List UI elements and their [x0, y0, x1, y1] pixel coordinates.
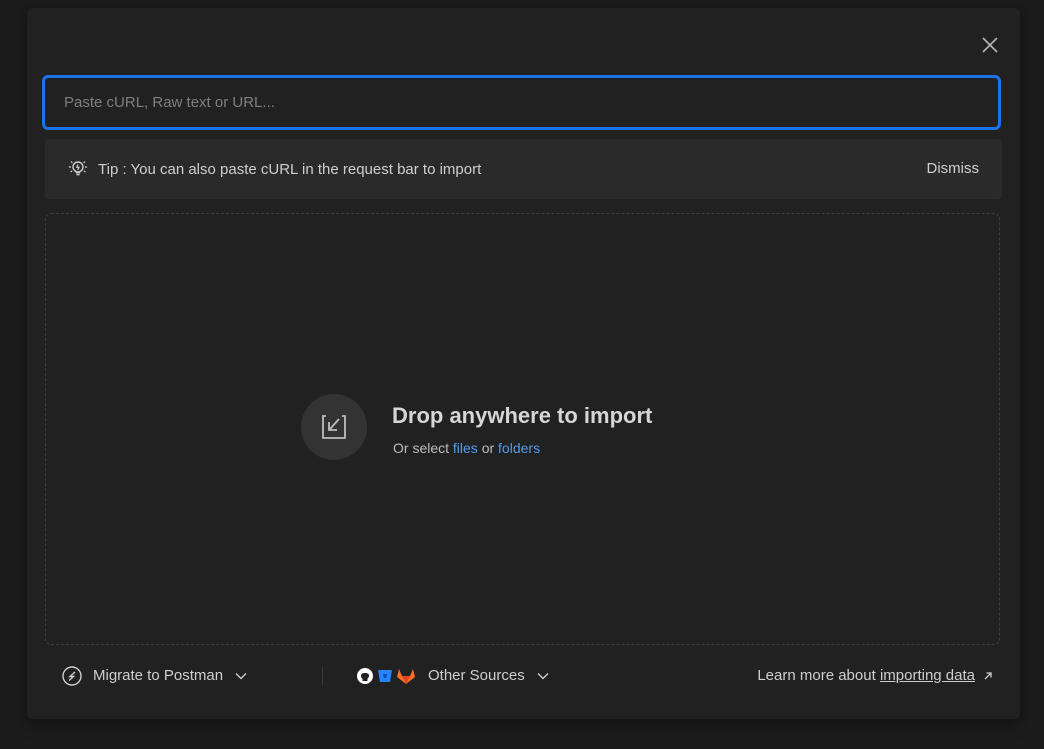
- importing-data-link[interactable]: importing data: [880, 667, 975, 684]
- github-icon: [356, 667, 374, 685]
- migrate-to-postman-button[interactable]: Migrate to Postman: [61, 653, 247, 698]
- drop-subtitle: Or select files or folders: [393, 440, 540, 456]
- gitlab-icon: [396, 667, 416, 685]
- tip-banner: Tip : You can also paste cURL in the req…: [45, 139, 1002, 199]
- file-drop-zone[interactable]: Drop anywhere to import Or select files …: [45, 213, 1000, 645]
- import-tray-icon: [301, 394, 367, 460]
- lightbulb-icon: [66, 157, 90, 181]
- external-link-icon: [983, 671, 993, 681]
- subtitle-or: or: [481, 440, 495, 456]
- learn-more-text: Learn more about importing data: [757, 653, 993, 698]
- learn-more-prefix: Learn more about: [757, 667, 876, 684]
- chevron-down-icon: [235, 672, 247, 680]
- drop-title: Drop anywhere to import: [392, 403, 653, 428]
- paste-import-input[interactable]: [42, 75, 1001, 130]
- chevron-down-icon: [537, 672, 549, 680]
- subtitle-prefix: Or select: [393, 440, 450, 456]
- migrate-icon: [61, 665, 83, 687]
- tip-text: Tip : You can also paste cURL in the req…: [98, 160, 482, 178]
- footer-divider: [322, 667, 323, 685]
- migrate-label: Migrate to Postman: [93, 667, 224, 684]
- select-folders-link[interactable]: folders: [498, 440, 540, 456]
- close-icon[interactable]: [980, 35, 1000, 55]
- import-footer: Migrate to Postman Other Sources Learn m…: [27, 653, 1020, 698]
- dismiss-button[interactable]: Dismiss: [927, 139, 980, 199]
- other-sources-label: Other Sources: [428, 667, 525, 684]
- import-dialog: Tip : You can also paste cURL in the req…: [27, 8, 1020, 719]
- other-sources-button[interactable]: Other Sources: [356, 653, 549, 698]
- bitbucket-icon: [376, 667, 394, 685]
- select-files-link[interactable]: files: [453, 440, 478, 456]
- source-icons: [356, 667, 416, 685]
